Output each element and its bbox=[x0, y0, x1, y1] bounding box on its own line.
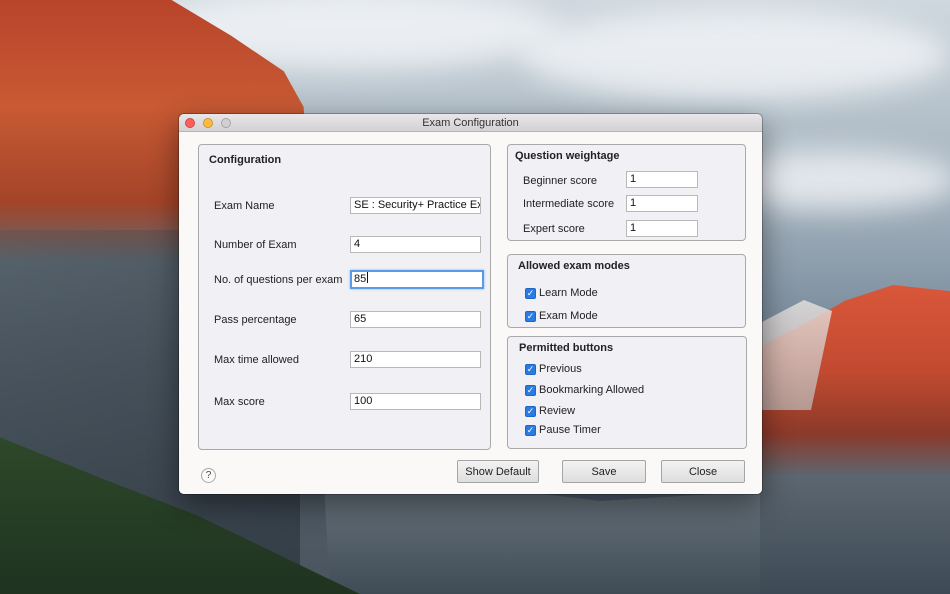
exam-mode-label: Exam Mode bbox=[539, 310, 598, 322]
review-checkbox[interactable]: ✓ Review bbox=[525, 405, 575, 417]
bookmarking-allowed-label: Bookmarking Allowed bbox=[539, 384, 645, 396]
exam-name-label: Exam Name bbox=[214, 200, 275, 212]
questions-per-exam-value: 85 bbox=[354, 273, 367, 285]
save-button[interactable]: Save bbox=[562, 460, 646, 483]
intermediate-score-input[interactable]: 1 bbox=[626, 195, 698, 212]
pause-timer-checkbox[interactable]: ✓ Pause Timer bbox=[525, 424, 601, 436]
dialog-content: Configuration Exam Name SE : Security+ P… bbox=[179, 132, 762, 494]
close-window-icon[interactable] bbox=[185, 118, 195, 128]
configuration-group: Configuration Exam Name SE : Security+ P… bbox=[198, 144, 491, 450]
number-of-exam-label: Number of Exam bbox=[214, 239, 297, 251]
learn-mode-checkbox[interactable]: ✓ Learn Mode bbox=[525, 287, 598, 299]
permitted-buttons-title: Permitted buttons bbox=[519, 342, 614, 354]
check-icon: ✓ bbox=[525, 363, 536, 375]
allowed-exam-modes-title: Allowed exam modes bbox=[518, 260, 630, 272]
title-bar[interactable]: Exam Configuration bbox=[179, 114, 762, 132]
intermediate-score-label: Intermediate score bbox=[523, 198, 615, 210]
questions-per-exam-label: No. of questions per exam bbox=[214, 274, 343, 286]
exam-name-input[interactable]: SE : Security+ Practice Exa bbox=[350, 197, 481, 214]
pass-percentage-label: Pass percentage bbox=[214, 314, 297, 326]
expert-score-label: Expert score bbox=[523, 223, 585, 235]
questions-per-exam-input[interactable]: 85 bbox=[350, 270, 484, 289]
exam-configuration-window: Exam Configuration Configuration Exam Na… bbox=[179, 114, 762, 494]
check-icon: ✓ bbox=[525, 384, 536, 396]
max-score-input[interactable]: 100 bbox=[350, 393, 481, 410]
question-weightage-group: Question weightage Beginner score 1 Inte… bbox=[507, 144, 746, 241]
window-controls bbox=[185, 118, 231, 128]
number-of-exam-input[interactable]: 4 bbox=[350, 236, 481, 253]
show-default-button[interactable]: Show Default bbox=[457, 460, 539, 483]
max-time-label: Max time allowed bbox=[214, 354, 299, 366]
max-score-label: Max score bbox=[214, 396, 265, 408]
check-icon: ✓ bbox=[525, 310, 536, 322]
review-label: Review bbox=[539, 405, 576, 417]
configuration-group-title: Configuration bbox=[209, 154, 282, 166]
close-button[interactable]: Close bbox=[661, 460, 745, 483]
check-icon: ✓ bbox=[525, 424, 536, 436]
check-icon: ✓ bbox=[525, 405, 536, 417]
pass-percentage-input[interactable]: 65 bbox=[350, 311, 481, 328]
beginner-score-label: Beginner score bbox=[523, 175, 597, 187]
exam-mode-checkbox[interactable]: ✓ Exam Mode bbox=[525, 310, 598, 322]
pause-timer-label: Pause Timer bbox=[539, 424, 601, 436]
previous-label: Previous bbox=[539, 363, 582, 375]
window-title: Exam Configuration bbox=[422, 116, 519, 129]
zoom-window-icon[interactable] bbox=[221, 118, 231, 128]
permitted-buttons-group: Permitted buttons ✓ Previous ✓ Bookmarki… bbox=[507, 336, 747, 449]
max-time-input[interactable]: 210 bbox=[350, 351, 481, 368]
beginner-score-input[interactable]: 1 bbox=[626, 171, 698, 188]
bookmarking-allowed-checkbox[interactable]: ✓ Bookmarking Allowed bbox=[525, 384, 644, 396]
allowed-exam-modes-group: Allowed exam modes ✓ Learn Mode ✓ Exam M… bbox=[507, 254, 746, 328]
expert-score-input[interactable]: 1 bbox=[626, 220, 698, 237]
text-caret bbox=[367, 272, 369, 283]
question-mark-icon: ? bbox=[205, 470, 212, 481]
check-icon: ✓ bbox=[525, 287, 536, 299]
help-button[interactable]: ? bbox=[201, 468, 216, 483]
question-weightage-title: Question weightage bbox=[515, 150, 620, 162]
learn-mode-label: Learn Mode bbox=[539, 287, 598, 299]
minimize-window-icon[interactable] bbox=[203, 118, 213, 128]
previous-checkbox[interactable]: ✓ Previous bbox=[525, 363, 582, 375]
